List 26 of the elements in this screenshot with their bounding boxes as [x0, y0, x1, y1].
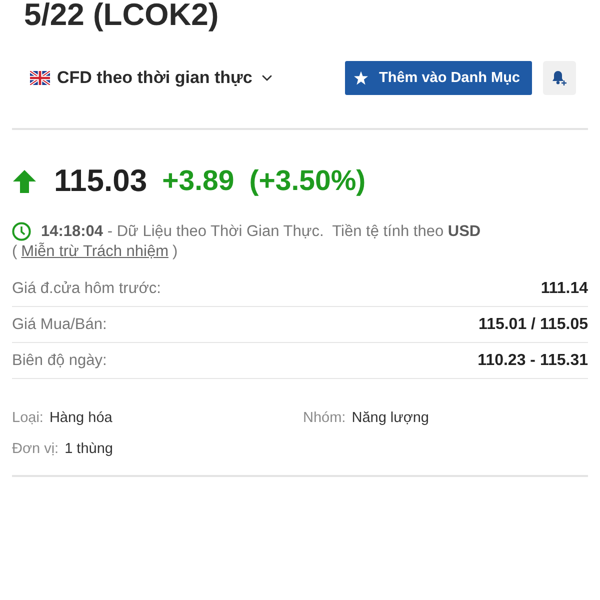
- timestamp-text: 14:18:04 - Dữ Liệu theo Thời Gian Thực. Tiền tệ tính theo USD: [41, 222, 481, 241]
- price-change: +3.89: [162, 165, 234, 197]
- percent-change: (+3.50%): [249, 165, 366, 197]
- last-price: 115.03: [54, 165, 148, 197]
- stat-value: 115.01 / 115.05: [478, 316, 588, 334]
- stat-label: Giá Mua/Bán:: [12, 316, 107, 334]
- add-to-watchlist-button[interactable]: Thêm vào Danh Mục: [345, 61, 532, 95]
- bell-plus-icon: [552, 70, 567, 86]
- disclaimer-link[interactable]: Miễn trừ Trách nhiệm: [21, 243, 169, 260]
- data-source-dropdown[interactable]: CFD theo thời gian thực: [30, 68, 276, 88]
- disclaimer-text: ( Miễn trừ Trách nhiệm ): [12, 242, 178, 262]
- bell-button[interactable]: [543, 61, 576, 95]
- stat-value: 110.23 - 115.31: [478, 352, 588, 370]
- detail-value: Hàng hóa: [49, 410, 112, 426]
- stat-label: Biên độ ngày:: [12, 352, 107, 370]
- detail-label: Loại:: [12, 410, 44, 426]
- flag-icon: [30, 71, 50, 85]
- detail-label: Đơn vị:: [12, 440, 59, 456]
- detail-label: Nhóm:: [303, 410, 346, 426]
- page-title: 5/22 (LCOK2): [24, 0, 219, 30]
- clock-icon: [12, 222, 31, 241]
- detail-value: Năng lượng: [352, 410, 429, 426]
- detail-value: 1 thùng: [64, 440, 113, 456]
- star-icon: [354, 71, 368, 85]
- stat-label: Giá đ.cửa hôm trước:: [12, 280, 161, 298]
- stat-value: 111.14: [540, 280, 588, 298]
